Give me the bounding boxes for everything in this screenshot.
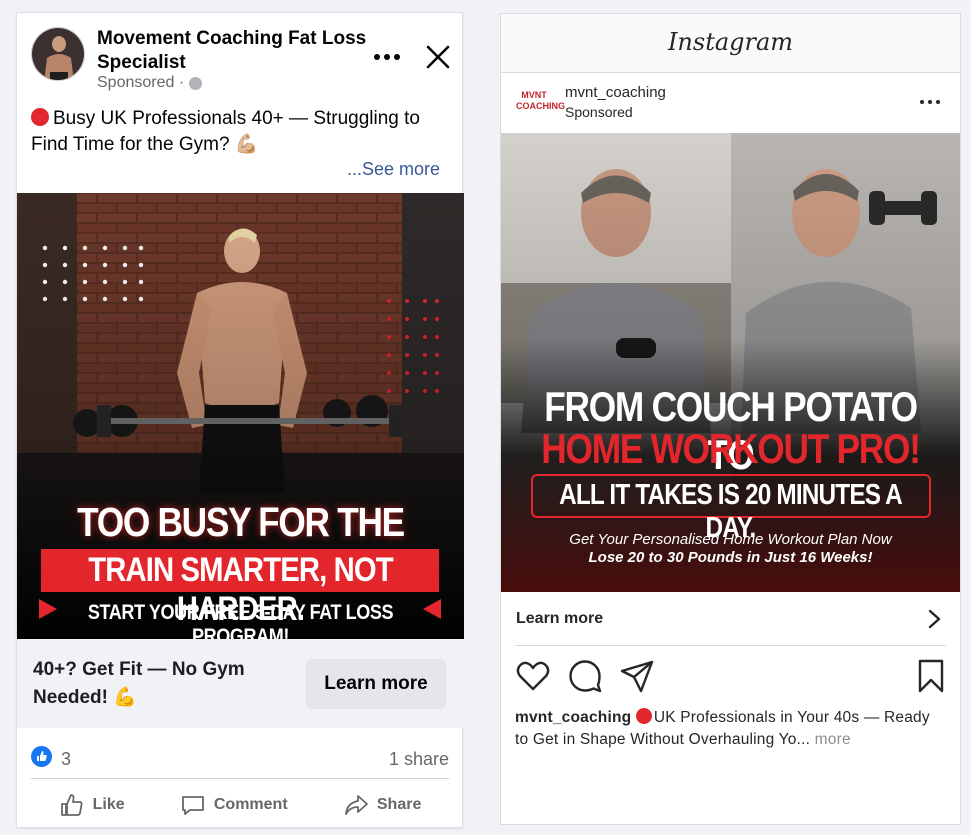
comment-button[interactable]: Comment xyxy=(180,789,288,821)
ig-action-icons xyxy=(515,658,946,694)
ig-headline-line2: HOME WORKOUT PRO! xyxy=(541,425,921,472)
comment-bubble-icon[interactable] xyxy=(567,658,603,694)
fb-post-header: Movement Coaching Fat Loss Specialist Sp… xyxy=(17,13,464,101)
learn-more-button[interactable]: Learn more xyxy=(306,659,446,709)
instagram-topbar: Instagram xyxy=(501,14,960,73)
share-count[interactable]: 1 share xyxy=(389,749,449,770)
like-label: Like xyxy=(92,796,125,813)
globe-icon xyxy=(189,76,203,90)
post-actions: Like Comment Share xyxy=(31,789,449,821)
thumbs-up-icon xyxy=(60,794,83,816)
comment-icon xyxy=(181,796,204,815)
see-more-link[interactable]: ...See more xyxy=(347,159,440,180)
like-count[interactable]: 3 xyxy=(61,749,71,770)
post-text: Busy UK Professionals 40+ — Struggling t… xyxy=(31,106,451,158)
sponsored-label: Sponsored · xyxy=(97,74,203,92)
share-icon xyxy=(344,795,368,815)
cta-text: 40+? Get Fit — No Gym Needed! 💪 xyxy=(33,659,245,708)
ig-caption-more-link[interactable]: more xyxy=(815,731,851,748)
like-button[interactable]: Like xyxy=(59,789,125,821)
heart-icon[interactable] xyxy=(515,658,551,694)
page-avatar[interactable] xyxy=(31,27,85,81)
ig-avatar[interactable]: MVNT COACHING xyxy=(516,90,565,118)
ig-post-header: MVNT COACHING mvnt_coaching Sponsored xyxy=(501,74,960,132)
ig-caption-username[interactable]: mvnt_coaching xyxy=(515,709,631,726)
ad-image[interactable]: TOO BUSY FOR THE GYM? TRAIN SMARTER, NOT… xyxy=(17,193,464,639)
red-circle-icon xyxy=(31,108,49,126)
share-label: Share xyxy=(376,796,422,813)
ig-sponsored-label: Sponsored xyxy=(565,104,633,120)
ig-username[interactable]: mvnt_coaching xyxy=(565,84,666,101)
close-icon[interactable] xyxy=(422,41,454,73)
more-options-button[interactable] xyxy=(369,39,405,75)
chevron-right-icon xyxy=(928,609,941,629)
red-circle-icon xyxy=(635,708,652,724)
post-body: Busy UK Professionals 40+ — Struggling t… xyxy=(31,108,420,155)
cta-bar: 40+? Get Fit — No Gym Needed! 💪 Learn mo… xyxy=(17,639,464,728)
reaction-stats: 3 1 share xyxy=(31,743,449,779)
ig-caption: mvnt_coaching UK Professionals in Your 4… xyxy=(515,707,946,751)
page-name[interactable]: Movement Coaching Fat Loss Specialist xyxy=(97,27,377,75)
sponsored-text: Sponsored · xyxy=(97,74,185,91)
instagram-logo: Instagram xyxy=(667,28,794,56)
comment-label: Comment xyxy=(213,796,288,813)
ig-subtext2: Lose 20 to 30 Pounds in Just 16 Weeks! xyxy=(588,549,873,566)
ig-more-options-button[interactable] xyxy=(916,92,944,112)
like-reaction-icon[interactable] xyxy=(31,746,52,767)
ig-subtext1: Get Your Personalised Home Workout Plan … xyxy=(569,531,892,548)
ig-ad-image[interactable]: FROM COUCH POTATO TO HOME WORKOUT PRO! A… xyxy=(501,133,960,592)
image-cta-line: START YOUR FREE 5-DAY FAT LOSS PROGRAM! xyxy=(87,601,394,639)
ig-learn-more-label: Learn more xyxy=(516,610,604,627)
send-icon[interactable] xyxy=(619,658,655,694)
share-button[interactable]: Share xyxy=(343,789,421,821)
facebook-ad-card: Movement Coaching Fat Loss Specialist Sp… xyxy=(16,12,464,828)
instagram-ad-card: Instagram MVNT COACHING mvnt_coaching Sp… xyxy=(500,13,961,825)
ig-learn-more-button[interactable]: Learn more xyxy=(515,592,946,646)
bookmark-icon[interactable] xyxy=(913,658,949,694)
